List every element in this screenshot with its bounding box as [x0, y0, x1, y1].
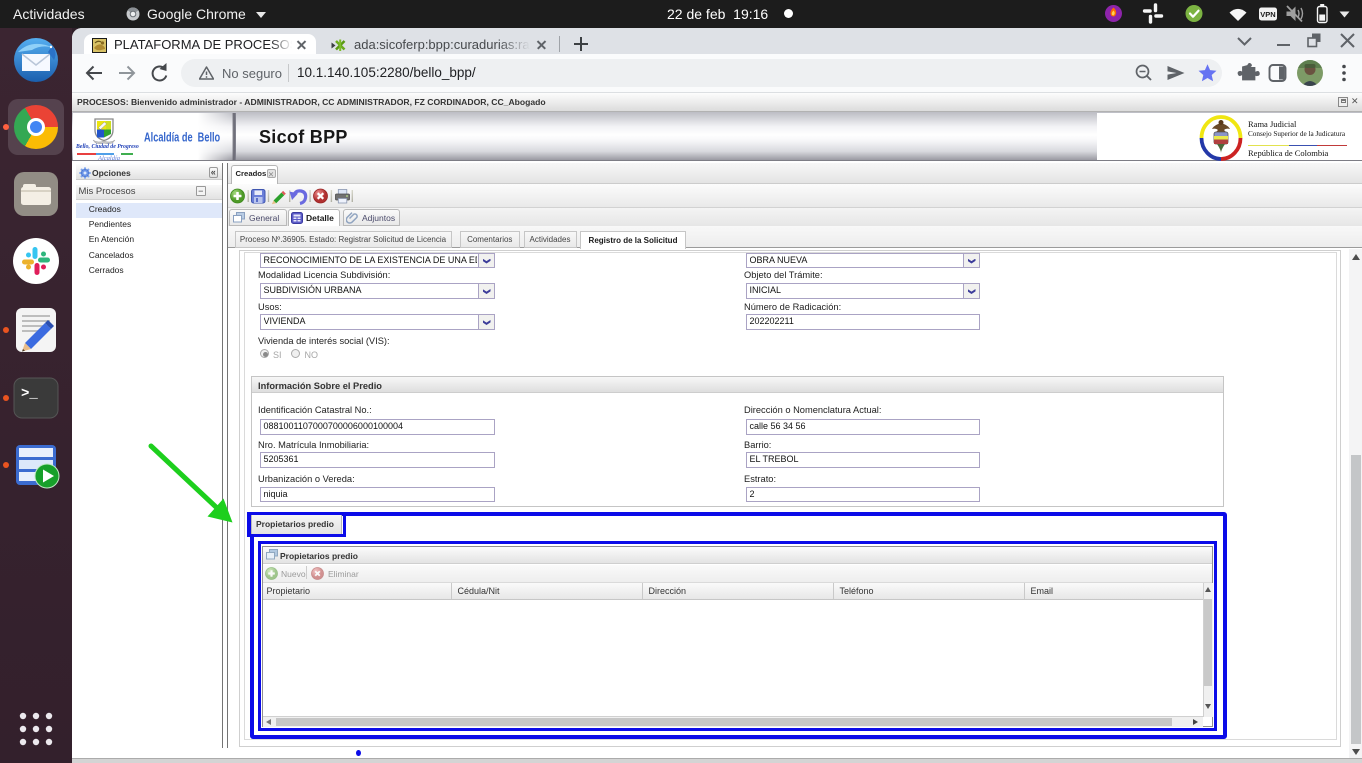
- svg-text:VPN: VPN: [1260, 10, 1275, 19]
- svg-text:>_: >_: [21, 386, 38, 402]
